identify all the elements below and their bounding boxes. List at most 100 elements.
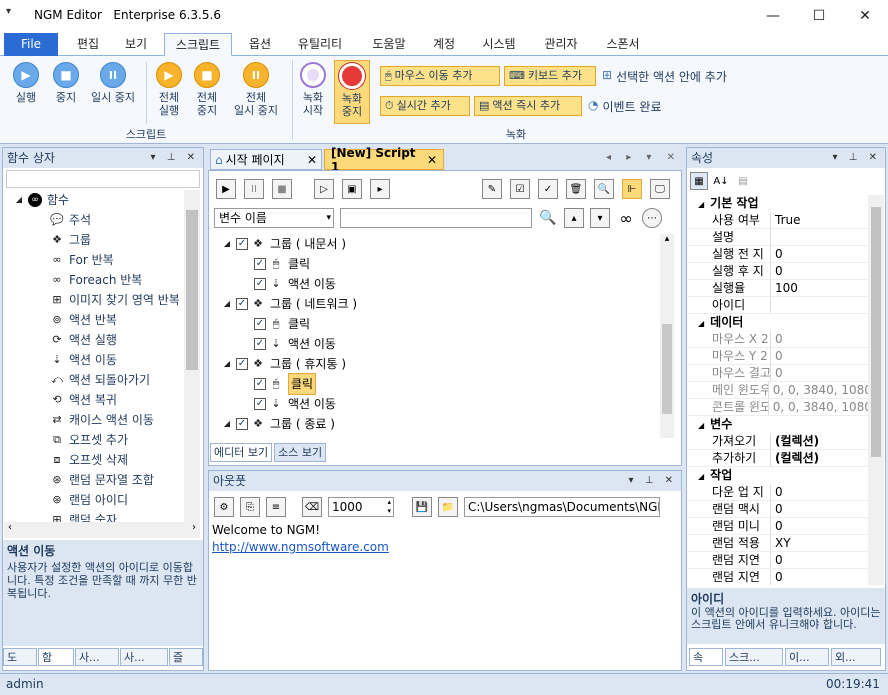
property-category[interactable]: ◢ 변수 [688,416,868,433]
collapse-icon[interactable]: ◢ [220,357,234,371]
script-group-row[interactable]: ◢ ✓ ❖ 그룹 ( 내문서 ) [214,234,660,254]
add-mouse-move-button[interactable]: 🖱 마우스 이동 추가 [380,66,500,86]
collapse-icon[interactable]: ◢ [220,417,234,431]
script-action-row[interactable]: ✓ 🖱 클릭 [214,373,660,395]
tab-script-1[interactable]: [New] Script 1 ✕ [324,146,444,174]
script-action-row[interactable]: ✓ ⇣ 액션 이동 [214,334,660,354]
property-category[interactable]: ◢ 데이터 [688,314,868,331]
tab-file[interactable]: File [4,33,58,56]
property-row[interactable]: 추가하기 (컬렉션) [688,450,868,467]
close-button[interactable]: ✕ [842,0,888,32]
scroll-up-icon[interactable]: ▴ [660,234,674,244]
search-icon[interactable]: 🔍 [538,208,558,228]
property-row[interactable]: 마우스 X 20 [688,331,868,348]
function-root[interactable]: ◢ ∞ 함수 [4,190,184,210]
scrollbar-thumb[interactable] [186,210,198,370]
add-keyboard-button[interactable]: ⌨ 키보드 추가 [504,66,596,86]
property-value[interactable]: 0 [770,365,783,381]
tab-script[interactable]: 스크립트 [164,33,232,56]
function-item[interactable]: ⟳ 액션 실행 [4,330,184,350]
run-all-button[interactable]: ▶ 전체 실행 [150,62,188,117]
function-item[interactable]: ⊛ 랜덤 아이디 [4,490,184,510]
property-value[interactable]: (컬렉션) [770,450,819,466]
property-value[interactable]: (컬렉션) [770,433,819,449]
panel-pin-close-icon[interactable]: ▾ ⊥ ✕ [151,148,199,168]
property-value[interactable] [770,229,775,245]
script-tree-scrollbar[interactable]: ▴ [660,234,674,438]
function-item[interactable]: ⤺ 액션 되돌아가기 [4,370,184,390]
bottom-tab-external[interactable]: 외... [831,648,881,666]
bottom-tab-properties[interactable]: 속 [689,648,723,666]
property-row[interactable]: 사용 여부 True [688,212,868,229]
script-action-row[interactable]: ✓ 🖱 클릭 [214,254,660,274]
tab-help[interactable]: 도움말 [362,33,416,56]
scroll-left-icon[interactable]: ‹ [8,522,12,538]
property-row[interactable]: 실행 후 지 0 [688,263,868,280]
checkbox[interactable]: ✓ [254,318,266,330]
system-menu-icon[interactable]: ▾ [6,6,11,17]
checkbox[interactable]: ✓ [236,298,248,310]
tab-utility[interactable]: 유틸리티 [288,33,352,56]
tab-edit[interactable]: 편집 [66,33,110,56]
output-list-icon[interactable]: ≡ [266,497,286,517]
script-group-row[interactable]: ◢ ✓ ❖ 그룹 ( 종료 ) [214,414,660,434]
property-row[interactable]: 실행 전 지 0 [688,246,868,263]
edit-icon[interactable]: ✎ [482,179,502,199]
function-item[interactable]: ❖ 그룹 [4,230,184,250]
bottom-tab-4[interactable]: 즐 [169,648,203,666]
categorized-icon[interactable]: ▦ [690,172,708,190]
output-filter-icon[interactable]: ⚙ [214,497,234,517]
panel-pin-close-icon[interactable]: ▾ ⊥ ✕ [833,148,881,168]
tab-close-icon[interactable]: ✕ [307,153,317,167]
tab-nav-icons[interactable]: ◂ ▸ ▾ ✕ [606,152,681,163]
property-row[interactable]: 다운 업 지 0 [688,484,868,501]
script-action-row[interactable]: ✓ 🖱 클릭 [214,314,660,334]
scrollbar-thumb[interactable] [662,324,672,414]
panel-pin-close-icon[interactable]: ▾ ⊥ ✕ [629,471,677,491]
record-start-button[interactable]: 녹화 시작 [296,62,330,117]
collapse-icon[interactable]: ◢ [698,319,704,328]
function-item[interactable]: ⧉ 오프셋 추가 [4,430,184,450]
property-value[interactable]: 0 [770,569,783,585]
property-value[interactable]: 0 [770,484,783,500]
scroll-right-icon[interactable]: › [192,522,196,538]
property-value[interactable] [770,297,775,313]
function-item[interactable]: ⟲ 액션 복귀 [4,390,184,410]
output-path-field[interactable]: C:\Users\ngmas\Documents\NGM6\ [464,497,660,517]
property-value[interactable]: 0, 0, 3840, 1080 [767,382,868,398]
loop-icon[interactable]: ∞ [616,208,636,228]
property-value[interactable]: True [770,212,801,228]
checkbox[interactable]: ✓ [254,338,266,350]
function-hscrollbar[interactable]: ‹ › [4,522,200,538]
property-value[interactable]: 0 [770,348,783,364]
property-value[interactable]: 0 [770,518,783,534]
editor-step-icon[interactable]: ▷ [314,179,334,199]
function-item[interactable]: ⊞ 랜덤 숫자 [4,510,184,522]
property-row[interactable]: 아이디 [688,297,868,314]
pause-button[interactable]: II 일시 중지 [86,62,140,104]
tab-start-page[interactable]: ⌂ 시작 페이지 ✕ [210,149,322,170]
function-tree-scrollbar[interactable] [184,190,200,522]
property-category[interactable]: ◢ 기본 작업 [688,195,868,212]
function-item[interactable]: ⇄ 캐이스 액션 이동 [4,410,184,430]
property-row[interactable]: 메인 윈도우 0, 0, 3840, 1080 [688,382,868,399]
property-row[interactable]: 랜덤 맥시 0 [688,501,868,518]
function-item[interactable]: ⊞ 이미지 찾기 영역 반복 [4,290,184,310]
function-item[interactable]: ⊛ 랜덤 문자열 조합 [4,470,184,490]
bottom-tab-0[interactable]: 도 [3,648,37,666]
stop-button[interactable]: ■ 중지 [46,62,86,104]
add-realtime-button[interactable]: ⏱ 실시간 추가 [380,96,470,116]
function-item[interactable]: ⧈ 오프셋 삭제 [4,450,184,470]
collapse-icon[interactable]: ◢ [698,421,704,430]
property-row[interactable]: 가져오기 (컬렉션) [688,433,868,450]
move-up-icon[interactable]: ▴ [564,208,584,228]
minimize-button[interactable]: — [750,0,796,32]
checkbox[interactable]: ✓ [254,258,266,270]
property-value[interactable]: 0 [770,501,783,517]
property-category[interactable]: ◢ 작업 [688,467,868,484]
bottom-tab-script[interactable]: 스크... [725,648,783,666]
function-item[interactable]: ⇣ 액션 이동 [4,350,184,370]
script-action-row[interactable]: ✓ ⇣ 액션 이동 [214,394,660,414]
property-row[interactable]: 실행율 100 [688,280,868,297]
property-value[interactable]: 0 [770,263,783,279]
